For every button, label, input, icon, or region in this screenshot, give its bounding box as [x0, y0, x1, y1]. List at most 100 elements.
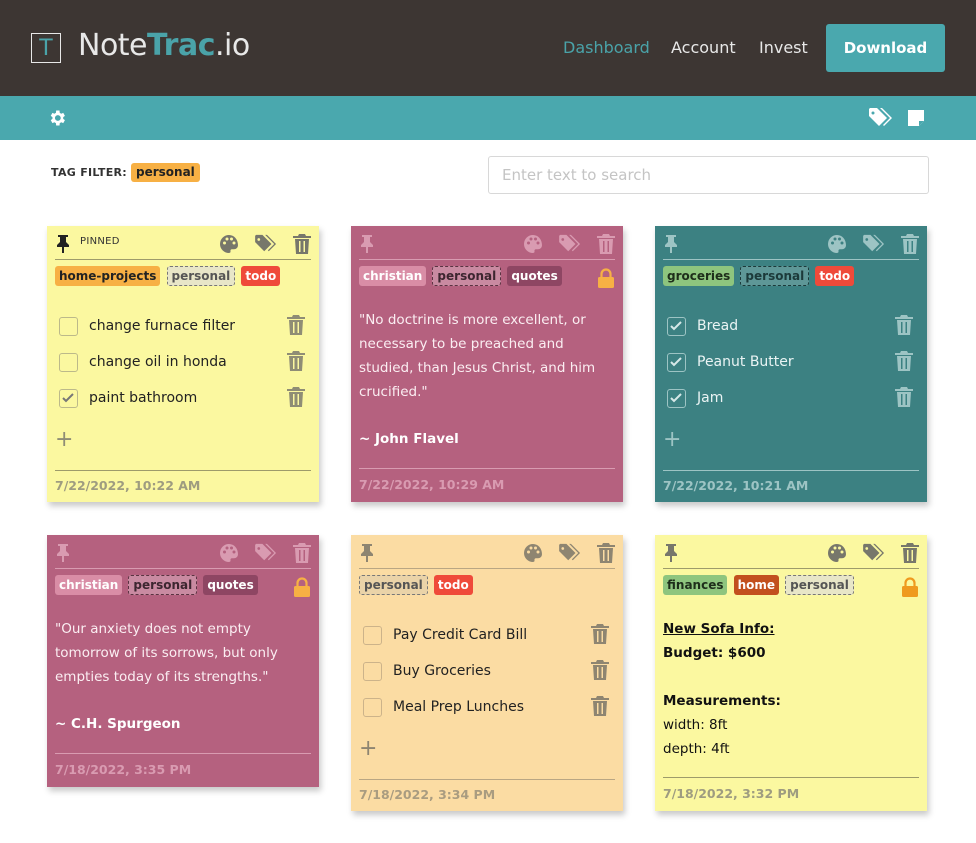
lock-icon[interactable]	[597, 268, 615, 289]
lock-icon[interactable]	[901, 577, 919, 598]
checkbox[interactable]	[667, 317, 686, 336]
gear-icon[interactable]	[47, 108, 67, 128]
tag-chip[interactable]: home-projects	[55, 266, 161, 286]
divider	[359, 568, 615, 569]
tag-chip[interactable]: christian	[359, 266, 427, 286]
palette-icon[interactable]	[219, 234, 239, 254]
note-card[interactable]: PINNED home-projects personal todo chang…	[47, 226, 319, 502]
note-text-line[interactable]: depth: 4ft	[663, 741, 730, 757]
trash-icon[interactable]	[901, 543, 919, 563]
tags-icon[interactable]	[861, 543, 888, 563]
tag-chip[interactable]: quotes	[507, 266, 562, 286]
trash-icon[interactable]	[293, 543, 311, 563]
tag-list: groceries personal todo	[663, 266, 855, 286]
checklist-item-label[interactable]: Meal Prep Lunches	[393, 699, 524, 715]
checkbox[interactable]	[363, 698, 382, 717]
note-text-line[interactable]: Measurements:	[663, 693, 781, 709]
trash-icon[interactable]	[591, 696, 609, 716]
tag-chip[interactable]: quotes	[203, 575, 258, 595]
nav-dashboard[interactable]: Dashboard	[563, 38, 650, 57]
tags-icon[interactable]	[557, 234, 584, 254]
checklist-item-label[interactable]: Bread	[697, 318, 738, 334]
checklist-item-label[interactable]: Peanut Butter	[697, 354, 794, 370]
quote-text[interactable]: "Our anxiety does not empty tomorrow of …	[55, 617, 305, 689]
checkbox[interactable]	[363, 662, 382, 681]
trash-icon[interactable]	[895, 351, 913, 371]
quote-text[interactable]: "No doctrine is more excellent, or neces…	[359, 308, 609, 404]
note-card[interactable]: personal todo Pay Credit Card Bill Buy G…	[351, 535, 623, 811]
tag-chip[interactable]: personal	[740, 266, 810, 286]
tag-chip[interactable]: personal	[785, 575, 854, 595]
pin-icon[interactable]	[54, 234, 72, 253]
tag-chip[interactable]: personal	[432, 266, 502, 286]
tags-icon[interactable]	[861, 234, 888, 254]
tag-chip[interactable]: finances	[663, 575, 728, 595]
checklist-item: Jam	[667, 387, 917, 411]
trash-icon[interactable]	[591, 624, 609, 644]
tag-chip[interactable]: todo	[433, 575, 473, 595]
add-item-button[interactable]: +	[663, 429, 681, 451]
checkbox[interactable]	[59, 317, 78, 336]
tag-chip[interactable]: todo	[241, 266, 281, 286]
note-card[interactable]: christian personal quotes "No doctrine i…	[351, 226, 623, 502]
note-text-heading[interactable]: New Sofa Info:	[663, 621, 775, 637]
checkbox[interactable]	[667, 389, 686, 408]
checkbox[interactable]	[59, 389, 78, 408]
palette-icon[interactable]	[523, 543, 543, 563]
trash-icon[interactable]	[287, 351, 305, 371]
download-button[interactable]: Download	[826, 24, 945, 72]
checklist-item-label[interactable]: change oil in honda	[89, 354, 227, 370]
checklist-item-label[interactable]: Pay Credit Card Bill	[393, 627, 527, 643]
note-card[interactable]: finances home personal New Sofa Info: Bu…	[655, 535, 927, 811]
tag-chip[interactable]: todo	[815, 266, 855, 286]
checklist-item-label[interactable]: Jam	[697, 390, 723, 406]
pin-icon[interactable]	[662, 543, 680, 562]
palette-icon[interactable]	[827, 234, 847, 254]
trash-icon[interactable]	[597, 234, 615, 254]
tag-chip[interactable]: personal	[166, 266, 236, 286]
nav-invest[interactable]: Invest	[759, 38, 808, 57]
checklist-item-label[interactable]: change furnace filter	[89, 318, 235, 334]
note-text-line[interactable]: Budget: $600	[663, 645, 766, 661]
search-input[interactable]	[488, 156, 929, 194]
note-card[interactable]: groceries personal todo Bread Peanut But…	[655, 226, 927, 502]
checkbox[interactable]	[59, 353, 78, 372]
trash-icon[interactable]	[895, 315, 913, 335]
lock-icon[interactable]	[293, 577, 311, 598]
tag-chip[interactable]: personal	[359, 575, 428, 595]
trash-icon[interactable]	[895, 387, 913, 407]
tag-chip[interactable]: personal	[128, 575, 198, 595]
checkbox[interactable]	[363, 626, 382, 645]
checklist-item-label[interactable]: Buy Groceries	[393, 663, 491, 679]
trash-icon[interactable]	[901, 234, 919, 254]
checklist-item-label[interactable]: paint bathroom	[89, 390, 197, 406]
tag-filter-chip[interactable]: personal	[131, 163, 200, 182]
note-text-line[interactable]: width: 8ft	[663, 717, 727, 733]
add-item-button[interactable]: +	[55, 429, 73, 451]
pin-icon[interactable]	[358, 234, 376, 253]
tags-icon[interactable]	[868, 107, 895, 129]
trash-icon[interactable]	[287, 315, 305, 335]
palette-icon[interactable]	[523, 234, 543, 254]
nav-account[interactable]: Account	[671, 38, 736, 57]
tag-chip[interactable]: groceries	[663, 266, 735, 286]
trash-icon[interactable]	[591, 660, 609, 680]
add-item-button[interactable]: +	[359, 738, 377, 760]
trash-icon[interactable]	[597, 543, 615, 563]
pin-icon[interactable]	[662, 234, 680, 253]
checkbox[interactable]	[667, 353, 686, 372]
tags-icon[interactable]	[557, 543, 584, 563]
tag-chip[interactable]: christian	[55, 575, 123, 595]
trash-icon[interactable]	[293, 234, 311, 254]
sticky-note-icon[interactable]	[907, 109, 925, 127]
tags-icon[interactable]	[253, 543, 280, 563]
pin-icon[interactable]	[54, 543, 72, 562]
logo-wordmark[interactable]: NoteTrac.io	[78, 28, 250, 63]
tag-chip[interactable]: home	[733, 575, 780, 595]
palette-icon[interactable]	[827, 543, 847, 563]
pin-icon[interactable]	[358, 543, 376, 562]
trash-icon[interactable]	[287, 387, 305, 407]
tags-icon[interactable]	[253, 234, 280, 254]
palette-icon[interactable]	[219, 543, 239, 563]
note-card[interactable]: christian personal quotes "Our anxiety d…	[47, 535, 319, 787]
